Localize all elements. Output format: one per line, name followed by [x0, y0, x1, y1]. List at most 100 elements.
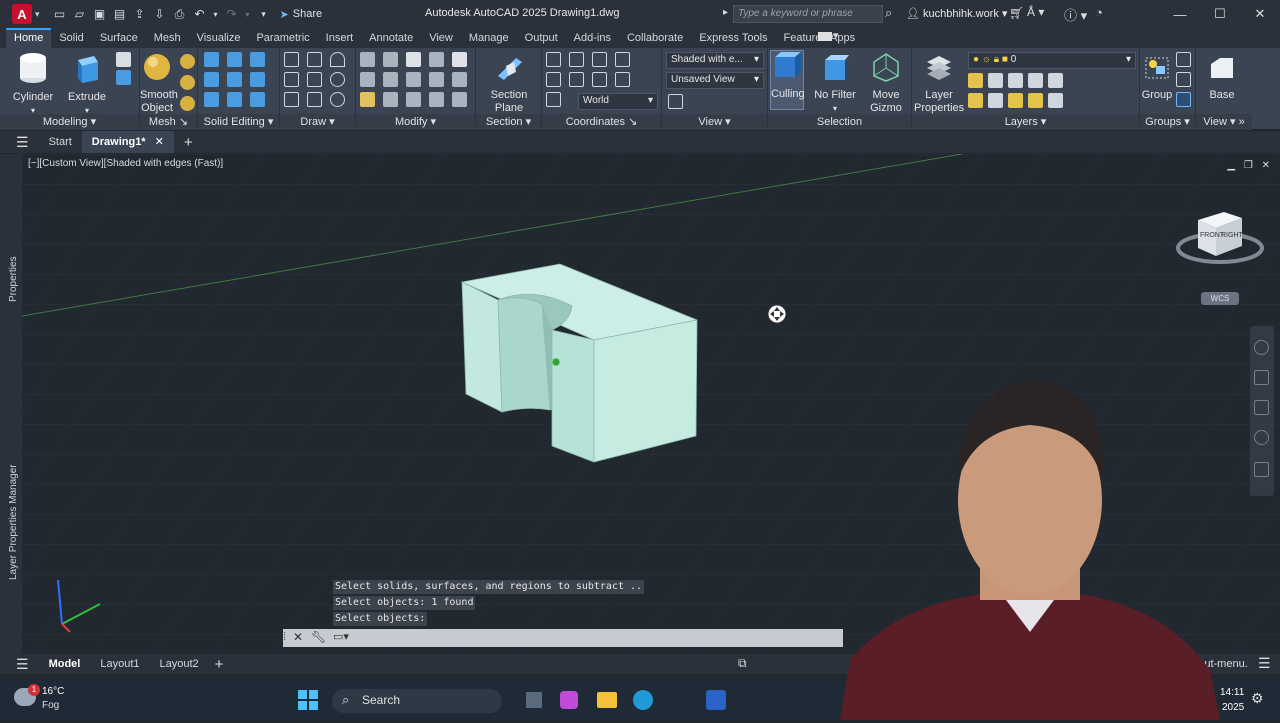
- customization-icon[interactable]: ☰: [1258, 655, 1271, 672]
- extrude-faces-icon[interactable]: [250, 72, 265, 87]
- clock-year[interactable]: 2025: [1222, 702, 1244, 713]
- customize-qat-icon[interactable]: ▾: [256, 6, 272, 22]
- layout2-tab[interactable]: Layout2: [150, 658, 209, 670]
- presspull-icon[interactable]: [116, 70, 131, 85]
- model-space-icon[interactable]: ⧉: [738, 656, 747, 671]
- panel-title-view[interactable]: View ▾: [662, 114, 767, 130]
- tab-parametric[interactable]: Parametric: [248, 28, 317, 48]
- ucs-z-icon[interactable]: [615, 72, 630, 87]
- interfere-icon[interactable]: [227, 72, 242, 87]
- autocad-taskbar-icon[interactable]: [706, 690, 726, 710]
- exchange-apps-icon[interactable]: Å ▾: [1027, 5, 1044, 19]
- add-layout-icon[interactable]: +: [215, 656, 224, 673]
- layout1-tab[interactable]: Layout1: [90, 658, 149, 670]
- command-input[interactable]: [359, 631, 839, 645]
- move-icon[interactable]: [406, 52, 421, 67]
- panel-title-view-base[interactable]: View ▾ »: [1196, 114, 1252, 130]
- tab-collaborate[interactable]: Collaborate: [619, 28, 691, 48]
- group-edit-icon[interactable]: [1176, 72, 1191, 87]
- panel-title-modify[interactable]: Modify ▾: [356, 114, 475, 130]
- command-line-grip-icon[interactable]: ⁞: [283, 631, 286, 643]
- extract-edges-icon[interactable]: [250, 52, 265, 67]
- array-icon[interactable]: [452, 92, 467, 107]
- task-view-icon[interactable]: [526, 692, 542, 708]
- polygon-icon[interactable]: [284, 92, 299, 107]
- cart-icon[interactable]: 🛒︎: [1009, 6, 1024, 20]
- open-file-icon[interactable]: ▱: [72, 6, 88, 22]
- viewport-minimize-icon[interactable]: ▁: [1227, 160, 1235, 171]
- pan-icon[interactable]: [1254, 370, 1269, 385]
- tab-surface[interactable]: Surface: [92, 28, 146, 48]
- application-menu-icon[interactable]: ☰: [16, 134, 29, 151]
- new-tab-icon[interactable]: +: [184, 134, 193, 151]
- tab-solid[interactable]: Solid: [51, 28, 91, 48]
- viewport-config-icon[interactable]: [668, 94, 683, 109]
- tab-insert[interactable]: Insert: [318, 28, 362, 48]
- start-button[interactable]: [298, 690, 318, 710]
- viewcube-right-face[interactable]: RIGHT: [1221, 232, 1243, 239]
- separate-icon[interactable]: [250, 92, 265, 107]
- layer-properties-button[interactable]: Layer Properties: [914, 52, 964, 115]
- feedback-icon[interactable]: ◔: [1095, 5, 1103, 20]
- thicken-icon[interactable]: [227, 92, 242, 107]
- ucs-named-icon[interactable]: [569, 52, 584, 67]
- taskbar-search[interactable]: ⌕ Search: [332, 689, 502, 713]
- command-customize-icon[interactable]: 🔧︎: [311, 630, 326, 644]
- 3d-move-icon[interactable]: [383, 52, 398, 67]
- viewcube[interactable]: FRONT RIGHT: [1176, 206, 1266, 266]
- save-web-icon[interactable]: ⇩: [152, 6, 168, 22]
- tab-home[interactable]: Home: [6, 28, 52, 48]
- layer-lock-icon[interactable]: [1028, 73, 1043, 88]
- minimize-icon[interactable]: —: [1160, 0, 1200, 28]
- undo-dropdown-icon[interactable]: ▾: [212, 6, 220, 22]
- tab-visualize[interactable]: Visualize: [189, 28, 249, 48]
- ribbon-options-icon[interactable]: ▾: [834, 30, 839, 41]
- layer-copy-icon[interactable]: [1048, 93, 1063, 108]
- maximize-icon[interactable]: ☐: [1200, 0, 1240, 28]
- panel-title-solid-editing[interactable]: Solid Editing ▾: [198, 114, 279, 130]
- mesh-sphere-icon[interactable]: [180, 54, 195, 69]
- osnap-icon[interactable]: [360, 52, 375, 67]
- layout-list-icon[interactable]: ☰: [16, 656, 29, 673]
- ucs-3point-icon[interactable]: [569, 72, 584, 87]
- properties-palette-tab[interactable]: Properties: [8, 256, 19, 302]
- group-selection-icon[interactable]: [1176, 92, 1191, 107]
- rectangle-icon[interactable]: [307, 92, 322, 107]
- panel-title-groups[interactable]: Groups ▾: [1140, 114, 1195, 130]
- mesh-refine-icon[interactable]: [180, 96, 195, 111]
- no-filter-button[interactable]: No Filter ▾: [812, 52, 858, 115]
- clock-time[interactable]: 14:11: [1220, 687, 1244, 698]
- orbit-icon[interactable]: [1254, 430, 1269, 445]
- help-icon[interactable]: ⓘ ▾: [1064, 5, 1087, 24]
- steering-wheel-icon[interactable]: [1254, 340, 1269, 355]
- new-file-icon[interactable]: ▭: [52, 6, 68, 22]
- smooth-object-button[interactable]: Smooth Object: [140, 52, 178, 115]
- search-icon[interactable]: ⌕: [885, 5, 892, 21]
- panel-title-modeling[interactable]: Modeling ▾: [0, 114, 139, 130]
- ucs-view-icon[interactable]: [615, 52, 630, 67]
- ucs-world-icon[interactable]: [546, 72, 561, 87]
- rotate-icon[interactable]: [406, 72, 421, 87]
- search-expand-icon[interactable]: ▸: [723, 7, 728, 18]
- mirror-icon[interactable]: [429, 72, 444, 87]
- tab-add-ins[interactable]: Add-ins: [566, 28, 619, 48]
- tab-express-tools[interactable]: Express Tools: [691, 28, 775, 48]
- autocad-logo[interactable]: A: [12, 4, 32, 24]
- showmotion-icon[interactable]: [1254, 462, 1269, 477]
- viewport-controls-label[interactable]: [−][Custom View][Shaded with edges (Fast…: [28, 158, 223, 169]
- share-button[interactable]: ➤ Share: [280, 8, 323, 21]
- start-tab[interactable]: Start: [39, 131, 82, 153]
- tab-output[interactable]: Output: [517, 28, 566, 48]
- zoom-extents-icon[interactable]: [1254, 400, 1269, 415]
- ellipse-icon[interactable]: [330, 92, 345, 107]
- layer-freeze-icon[interactable]: [1008, 73, 1023, 88]
- save-icon[interactable]: ▣: [92, 6, 108, 22]
- layer-off-icon[interactable]: [968, 73, 983, 88]
- plot-icon[interactable]: ⎙: [172, 6, 188, 22]
- visual-style-dropdown[interactable]: Shaded with e... ▾: [666, 52, 764, 69]
- layer-isolate-icon[interactable]: [988, 73, 1003, 88]
- layer-on-icon[interactable]: [968, 93, 983, 108]
- layer-properties-manager-tab[interactable]: Layer Properties Manager: [8, 464, 19, 580]
- stretch-icon[interactable]: [360, 92, 375, 107]
- arc-icon[interactable]: [330, 52, 345, 67]
